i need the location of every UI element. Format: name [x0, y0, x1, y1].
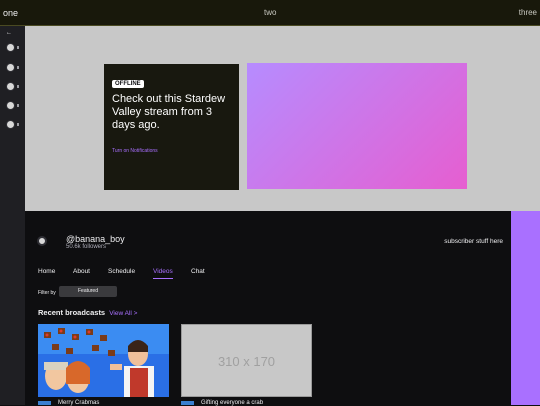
sidebar-channel[interactable] [6, 43, 22, 55]
offline-hero: OFFLINE Check out this Stardew Valley st… [25, 26, 540, 211]
tab-chat[interactable]: Chat [191, 268, 205, 275]
subscriber-area[interactable]: subscriber stuff here [444, 238, 503, 245]
top-left-label[interactable]: one [3, 8, 18, 18]
top-center-label[interactable]: two [264, 8, 276, 17]
notifications-link[interactable]: Turn on Notifications [112, 148, 158, 154]
avatar [6, 120, 15, 129]
tab-videos[interactable]: Videos [153, 268, 173, 279]
filter-label: Filter by [38, 290, 56, 296]
stream-preview[interactable] [247, 63, 467, 189]
live-indicator-icon [17, 123, 19, 126]
avatar [6, 101, 15, 110]
filter-dropdown[interactable]: Featured [59, 286, 117, 297]
recent-broadcasts-heading: Recent broadcasts View All > [38, 308, 137, 317]
sidebar-channel[interactable] [6, 82, 22, 94]
live-indicator-icon [17, 104, 19, 107]
sidebar: ← [0, 26, 25, 405]
avatar [6, 43, 15, 52]
view-all-link[interactable]: View All > [109, 310, 137, 317]
channel-name: @banana_boy [66, 234, 125, 244]
tab-home[interactable]: Home [38, 268, 55, 275]
live-indicator-icon [17, 66, 19, 69]
live-indicator-icon [17, 46, 19, 49]
right-panel-strip[interactable] [511, 211, 540, 405]
channel-panel: @banana_boy 50.6k followers subscriber s… [25, 211, 511, 406]
tab-about[interactable]: About [73, 268, 90, 275]
video-title[interactable]: Gifting everyone a crab [201, 400, 263, 406]
top-right-label[interactable]: three [519, 8, 537, 17]
video-thumbnail[interactable] [38, 324, 169, 397]
offline-badge: OFFLINE [112, 80, 144, 88]
sidebar-channel[interactable] [6, 101, 22, 113]
tab-schedule[interactable]: Schedule [108, 268, 135, 275]
offline-message: Check out this Stardew Valley stream fro… [112, 93, 226, 131]
sidebar-channel[interactable] [6, 63, 22, 75]
follower-count: 50.6k followers [66, 244, 107, 250]
section-title: Recent broadcasts [38, 308, 106, 317]
avatar [6, 63, 15, 72]
channel-avatar[interactable] [37, 236, 47, 246]
sidebar-channel[interactable] [6, 120, 22, 132]
avatar [6, 82, 15, 91]
video-title[interactable]: Merry Crabmas [58, 400, 99, 406]
offline-card: OFFLINE Check out this Stardew Valley st… [104, 64, 239, 190]
video-category-icon [38, 401, 51, 405]
video-category-icon [181, 401, 194, 405]
video-thumbnail-placeholder[interactable]: 310 x 170 [181, 324, 312, 397]
collapse-icon[interactable]: ← [6, 30, 12, 36]
live-indicator-icon [17, 85, 19, 88]
thumbnail-art [38, 324, 169, 397]
top-bar: one two three [0, 0, 540, 26]
